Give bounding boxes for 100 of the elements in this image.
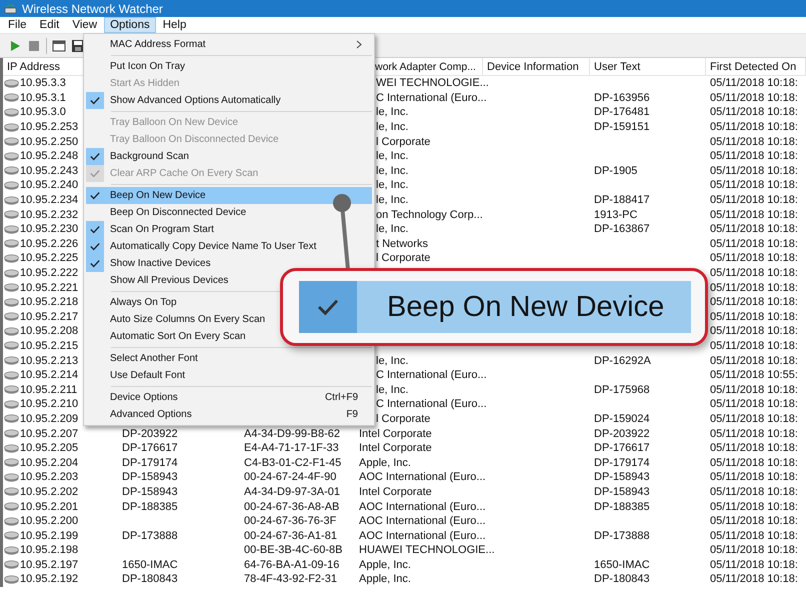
table-cell: 05/11/2018 10:18: <box>710 150 798 162</box>
table-cell: Intel Corporate <box>359 442 432 454</box>
network-device-icon <box>4 341 19 350</box>
menu-item[interactable]: MAC Address Format <box>86 36 372 53</box>
menu-item[interactable]: Advanced Options F9 <box>86 406 372 423</box>
save-icon[interactable] <box>71 38 85 52</box>
table-cell: 10.95.2.253 <box>20 121 78 134</box>
network-device-icon <box>4 326 19 336</box>
check-icon <box>90 191 100 200</box>
table-cell: DP-179174 <box>122 456 178 469</box>
network-device-icon <box>4 152 19 161</box>
menu-item[interactable]: Show Advanced Options Automatically <box>86 92 283 109</box>
table-cell: DP-180843 <box>594 573 650 586</box>
table-cell: AOC International (Euro... <box>359 471 486 484</box>
menu-item[interactable]: Beep On Disconnected Device <box>86 204 248 221</box>
table-cell: on Technology Corp... <box>376 208 483 221</box>
column-header[interactable]: Device Information <box>483 58 590 75</box>
table-cell: AOC International (Euro... <box>359 500 486 513</box>
network-device-icon <box>4 546 19 555</box>
table-cell: 10.95.2.230 <box>20 223 78 236</box>
menu-item[interactable]: Select Another Font <box>86 350 200 367</box>
table-cell: 05/11/2018 10:18: <box>710 384 798 396</box>
menu-bar-item[interactable]: Options <box>104 17 156 33</box>
table-cell: le, Inc. <box>376 164 408 177</box>
table-cell: 10.95.2.248 <box>20 150 78 162</box>
table-cell: DP-159024 <box>594 412 650 425</box>
menu-bar-item[interactable]: View <box>66 17 104 33</box>
menu-item[interactable]: Beep On New Device <box>86 187 372 204</box>
network-device-icon <box>4 574 19 584</box>
menu-bar-item[interactable]: File <box>2 17 33 33</box>
column-header[interactable]: First Detected On <box>706 58 806 75</box>
menu-item[interactable]: Always On Top <box>86 294 179 311</box>
menu-item[interactable]: Show All Previous Devices <box>86 272 230 289</box>
table-cell: 10.95.2.225 <box>20 252 78 264</box>
table-cell: DP-188417 <box>594 194 650 206</box>
table-cell: le, Inc. <box>376 354 408 367</box>
menu-bar-item[interactable]: Edit <box>34 17 66 33</box>
table-cell: 10.95.2.192 <box>20 573 78 586</box>
menu-item[interactable]: Auto Size Columns On Every Scan <box>86 311 268 328</box>
table-cell: 05/11/2018 10:18: <box>710 92 798 104</box>
table-cell: 05/11/2018 10:18: <box>710 515 798 528</box>
table-cell: le, Inc. <box>376 384 408 396</box>
table-cell: AOC International (Euro... <box>359 515 486 528</box>
table-cell: 1913-PC <box>594 208 638 221</box>
table-cell: Intel Corporate <box>359 486 432 498</box>
menu-item[interactable]: Scan On Program Start <box>86 221 216 238</box>
table-cell: DP-158943 <box>594 471 650 484</box>
menu-item[interactable]: Automatic Sort On Every Scan <box>86 328 248 345</box>
table-cell: DP-16292A <box>594 354 651 367</box>
table-cell: le, Inc. <box>376 179 408 192</box>
network-device-icon <box>4 78 19 88</box>
window-icon[interactable] <box>52 38 66 52</box>
table-cell: A4-34-D9-97-3A-01 <box>244 486 340 498</box>
table-cell: DP-188385 <box>122 500 178 513</box>
network-device-icon <box>4 137 19 146</box>
table-cell: DP-163956 <box>594 92 650 104</box>
table-cell: 05/11/2018 10:18: <box>710 558 798 571</box>
table-cell: l Corporate <box>376 412 430 425</box>
table-cell: 05/11/2018 10:18: <box>710 121 798 134</box>
table-cell: 05/11/2018 10:18: <box>710 282 798 294</box>
play-icon[interactable] <box>8 38 22 52</box>
table-cell: 10.95.2.208 <box>20 325 78 338</box>
table-cell: 10.95.2.217 <box>20 310 78 323</box>
table-cell: 05/11/2018 10:18: <box>710 223 798 236</box>
menu-item[interactable]: Use Default Font <box>86 367 188 384</box>
menu-item[interactable]: Device Options Ctrl+F9 <box>86 389 372 406</box>
table-cell: 05/11/2018 10:18: <box>710 471 798 484</box>
menu-item[interactable]: Automatically Copy Device Name To User Text <box>86 238 318 255</box>
table-cell: 05/11/2018 10:18: <box>710 573 798 586</box>
network-device-icon <box>4 472 19 482</box>
network-device-icon <box>4 254 19 263</box>
table-cell: 05/11/2018 10:18: <box>710 500 798 513</box>
app-icon <box>4 3 17 14</box>
table-cell: 10.95.2.211 <box>20 384 78 396</box>
menu-item[interactable]: Show Inactive Devices <box>86 255 213 272</box>
table-cell: 1650-IMAC <box>122 558 178 571</box>
network-device-icon <box>4 210 19 220</box>
menu-item[interactable]: Background Scan <box>86 148 191 165</box>
network-device-icon <box>4 224 19 234</box>
table-cell: 05/11/2018 10:18: <box>710 179 798 192</box>
table-cell: le, Inc. <box>376 106 408 118</box>
table-cell: Apple, Inc. <box>359 558 411 571</box>
network-device-icon <box>4 444 19 453</box>
network-device-icon <box>4 312 19 322</box>
table-cell: DP-188385 <box>594 500 650 513</box>
table-cell: 10.95.2.234 <box>20 194 78 206</box>
table-cell: 05/11/2018 10:55: <box>710 369 798 382</box>
menu-bar-item[interactable]: Help <box>156 17 192 33</box>
table-cell: DP-203922 <box>594 428 650 440</box>
stop-icon[interactable] <box>27 38 41 52</box>
table-cell: 10.95.2.203 <box>20 471 78 484</box>
table-cell: 10.95.2.214 <box>20 369 78 382</box>
table-cell: 05/11/2018 10:18: <box>710 106 798 118</box>
table-cell: 10.95.2.222 <box>20 267 78 280</box>
network-device-icon <box>4 560 19 570</box>
table-cell: A4-34-D9-99-B8-62 <box>244 428 340 440</box>
table-cell: le, Inc. <box>376 223 408 236</box>
network-device-icon <box>4 166 19 176</box>
table-cell: DP-203922 <box>122 428 178 440</box>
column-header[interactable]: User Text <box>590 58 706 75</box>
